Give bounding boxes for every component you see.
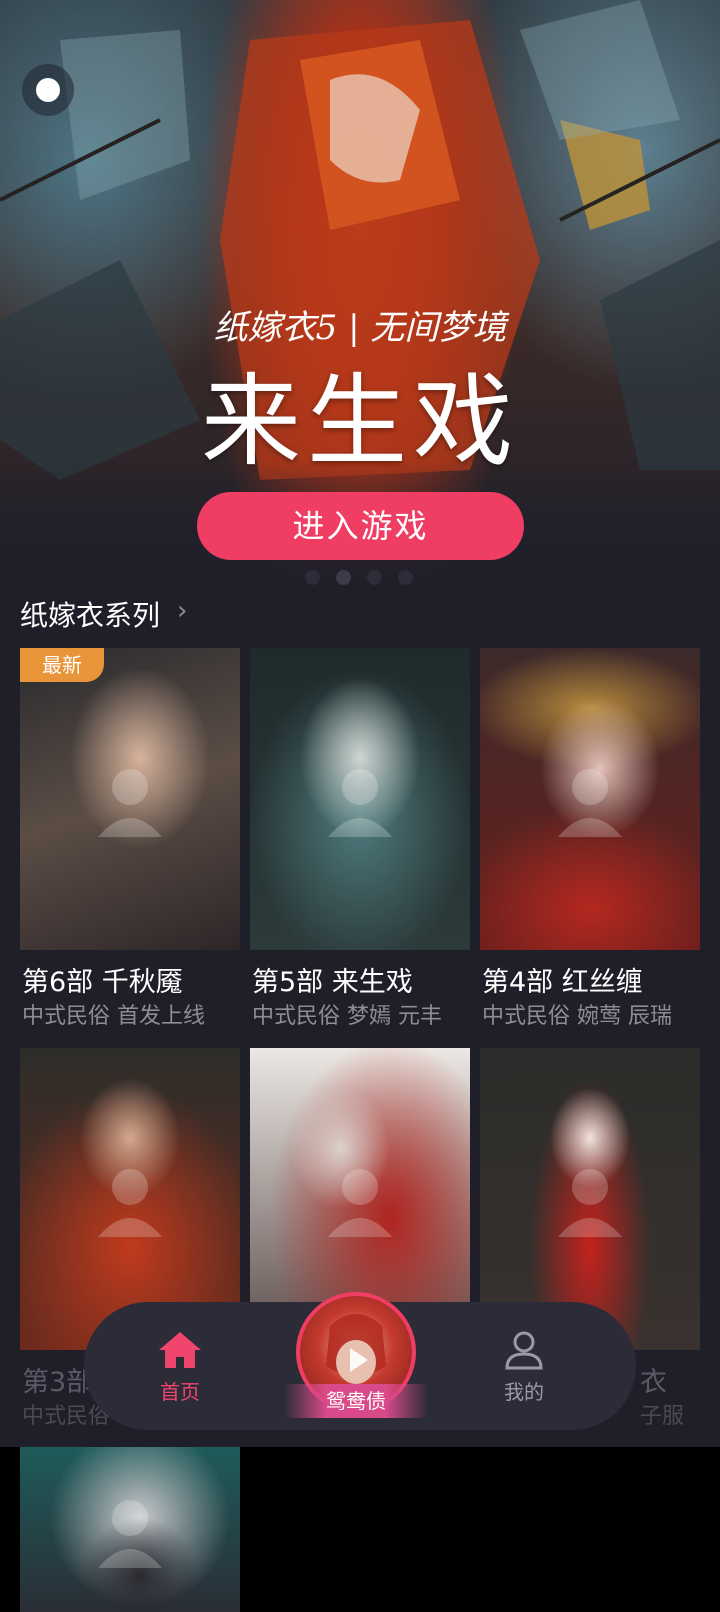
chevron-right-icon[interactable]: ›	[177, 596, 187, 626]
enter-game-button[interactable]: 进入游戏	[197, 492, 524, 560]
game-card-4[interactable]: 第4部 红丝缠 中式民俗 婉莺 辰瑞	[480, 648, 700, 1029]
game-title: 衣	[640, 1367, 667, 1398]
carousel-dots	[305, 570, 413, 585]
nav-home-label: 首页	[160, 1380, 200, 1404]
user-icon	[505, 1331, 543, 1370]
portrait-icon	[328, 769, 392, 837]
carousel-dot-active[interactable]	[336, 570, 351, 585]
carousel-dot[interactable]	[305, 570, 320, 585]
portrait-icon	[558, 1169, 622, 1237]
portrait-icon	[98, 1169, 162, 1237]
game-cover[interactable]	[20, 1447, 240, 1612]
game-tags: 中式民俗 婉莺 辰瑞	[482, 1004, 672, 1029]
hero-banner[interactable]: 纸嫁衣5 | 无间梦境 来生戏 进入游戏	[0, 0, 720, 600]
game-title: 第3部	[22, 1367, 94, 1398]
game-title: 第4部 红丝缠	[482, 967, 643, 998]
game-tags: 子服	[640, 1404, 685, 1429]
portrait-icon	[98, 1499, 162, 1568]
new-badge: 最新	[20, 648, 104, 682]
game-cover[interactable]	[480, 648, 700, 950]
nav-center-label[interactable]: 鸳鸯债	[284, 1384, 428, 1418]
portrait-icon	[98, 769, 162, 837]
app-screen: 纸嫁衣5 | 无间梦境 来生戏 进入游戏 纸嫁衣系列 › 最新 第6部 千秋魇 …	[0, 0, 720, 1447]
portrait-icon	[558, 769, 622, 837]
game-tags: 中式民俗 梦嫣 元丰	[252, 1004, 442, 1029]
nav-me[interactable]: 我的	[488, 1330, 560, 1405]
nav-me-label: 我的	[504, 1380, 544, 1404]
game-card-extra[interactable]	[20, 1447, 240, 1612]
game-title: 第5部 来生戏	[252, 967, 413, 998]
game-tags: 中式民俗 首发上线	[22, 1004, 205, 1029]
hero-title: 来生戏	[201, 363, 519, 480]
carousel-dot[interactable]	[367, 570, 382, 585]
nav-home[interactable]: 首页	[144, 1330, 216, 1405]
series-section-title[interactable]: 纸嫁衣系列	[20, 594, 160, 634]
game-card-5[interactable]: 第5部 来生戏 中式民俗 梦嫣 元丰	[250, 648, 470, 1029]
game-cover[interactable]	[250, 648, 470, 950]
hero-indicator-dot[interactable]	[22, 64, 74, 116]
game-cover[interactable]: 最新	[20, 648, 240, 950]
game-card-6[interactable]: 最新 第6部 千秋魇 中式民俗 首发上线	[20, 648, 240, 1029]
portrait-icon	[328, 1169, 392, 1237]
home-icon	[159, 1332, 201, 1368]
carousel-dot[interactable]	[398, 570, 413, 585]
game-title: 第6部 千秋魇	[22, 967, 183, 998]
bottom-nav: 首页 鸳鸯债 我的	[84, 1292, 636, 1430]
